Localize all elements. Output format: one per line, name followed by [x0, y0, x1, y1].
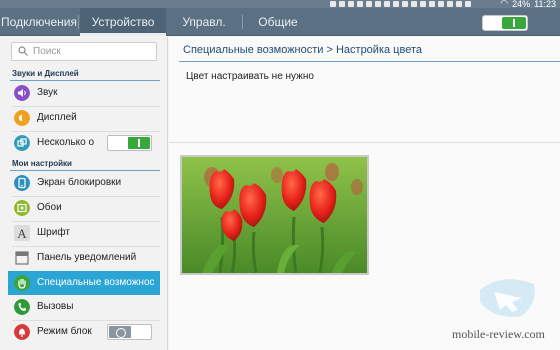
sidebar-item-sound[interactable]: Звук	[8, 82, 160, 105]
blocking-mode-icon	[14, 324, 30, 340]
brightness-icon	[14, 110, 30, 126]
main-divider	[169, 142, 560, 143]
sidebar-item-label: Несколько о	[37, 137, 95, 148]
section-header-my-settings: Мои настройки	[12, 159, 72, 168]
sidebar: Поиск Звуки и Дисплей Звук Дисплей Неско…	[0, 37, 168, 350]
sidebar-item-label: Вызовы	[37, 301, 74, 312]
tab-connections[interactable]: Подключения	[0, 8, 78, 36]
color-adjust-message: Цвет настраивать не нужно	[186, 71, 314, 82]
notification-panel-icon	[15, 251, 29, 265]
watermark-logo	[480, 279, 535, 317]
breadcrumb-divider	[179, 61, 560, 62]
sidebar-item-label: Режим блок	[37, 326, 92, 337]
lock-screen-icon	[14, 175, 30, 191]
sidebar-item-wallpaper[interactable]: Обои	[8, 197, 160, 220]
status-bar: ◠ 24% 11:23	[0, 0, 560, 9]
multi-window-icon	[14, 135, 30, 151]
tab-device[interactable]: Устройство	[80, 8, 166, 36]
sidebar-item-label: Экран блокировки	[37, 177, 122, 188]
tulips-photo	[182, 157, 367, 273]
sidebar-item-label: Специальные возможнос	[37, 277, 155, 288]
sidebar-item-label: Дисплей	[37, 112, 77, 123]
section-header-sound-display: Звуки и Дисплей	[12, 69, 79, 78]
tab-divider	[78, 15, 79, 29]
section-divider	[10, 80, 160, 81]
breadcrumb: Специальные возможности > Настройка цвет…	[183, 44, 422, 56]
wallpaper-icon	[14, 200, 30, 216]
color-preview-image	[180, 155, 369, 275]
blocking-mode-toggle[interactable]	[107, 324, 152, 340]
multi-window-toggle[interactable]	[107, 135, 152, 151]
master-toggle[interactable]	[482, 15, 528, 31]
sidebar-item-label: Панель уведомлений	[37, 252, 137, 263]
sidebar-item-label: Звук	[37, 87, 58, 98]
speaker-icon	[14, 85, 30, 101]
sidebar-item-accessibility[interactable]: Специальные возможнос	[8, 271, 160, 295]
sidebar-item-display[interactable]: Дисплей	[8, 107, 160, 130]
sidebar-item-notification-panel[interactable]: Панель уведомлений	[8, 247, 160, 270]
font-icon: A	[14, 225, 30, 241]
notification-icons	[330, 0, 471, 8]
search-input[interactable]: Поиск	[11, 42, 157, 61]
section-divider	[10, 170, 160, 171]
tab-general[interactable]: Общие	[244, 8, 312, 36]
sidebar-item-multi-window[interactable]: Несколько о	[8, 132, 160, 155]
sidebar-item-blocking-mode[interactable]: Режим блок	[8, 321, 160, 344]
sidebar-item-calls[interactable]: Вызовы	[8, 296, 160, 319]
tab-divider	[242, 15, 243, 29]
accessibility-hand-icon	[14, 275, 30, 291]
sidebar-item-lock-screen[interactable]: Экран блокировки	[8, 172, 160, 195]
sidebar-item-font[interactable]: A Шрифт	[8, 222, 160, 245]
tab-bar: Подключения Устройство Управл. Общие	[0, 8, 560, 36]
sidebar-item-label: Шрифт	[37, 227, 70, 238]
phone-icon	[14, 299, 30, 315]
search-placeholder: Поиск	[33, 46, 61, 57]
svg-text:A: A	[17, 226, 27, 241]
sidebar-item-label: Обои	[37, 202, 62, 213]
watermark-text: mobile-review.com	[452, 327, 545, 341]
tab-controls[interactable]: Управл.	[166, 8, 242, 36]
search-icon	[18, 46, 28, 56]
